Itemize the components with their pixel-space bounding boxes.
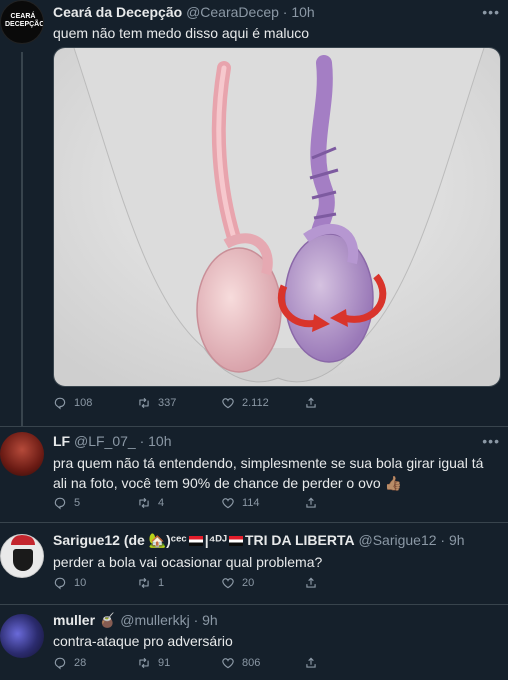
tweet-4[interactable]: muller 🧉 @mullerkkj · 9h contra-ataque p… xyxy=(0,608,508,680)
handle[interactable]: @Sarigue12 xyxy=(358,532,436,548)
retweet-button[interactable]: 4 xyxy=(137,496,164,510)
retweet-button[interactable]: 337 xyxy=(137,396,176,410)
tweet-actions: 28 91 806 xyxy=(53,656,323,674)
retweet-button[interactable]: 1 xyxy=(137,576,164,590)
retweet-count: 4 xyxy=(158,497,165,509)
share-button[interactable] xyxy=(304,396,318,410)
reply-icon xyxy=(53,656,67,670)
more-horizontal-icon[interactable]: ••• xyxy=(482,433,500,449)
divider xyxy=(0,426,508,427)
like-count: 114 xyxy=(242,497,260,509)
display-name[interactable]: Sarigue12 (de 🏡)ᶜᵉᶜ |⁴ᴰᴶ TRI DA LIBERTA xyxy=(53,532,355,548)
tweet-actions: 5 4 114 xyxy=(53,496,323,514)
heart-icon xyxy=(221,656,235,670)
reply-count: 28 xyxy=(74,657,87,669)
display-name[interactable]: Ceará da Decepção xyxy=(53,4,182,20)
retweet-button[interactable]: 91 xyxy=(137,656,170,670)
reply-button[interactable]: 10 xyxy=(53,576,86,590)
name-prefix: Sarigue12 (de xyxy=(53,532,149,548)
tweet-1[interactable]: CEARÁ DECEPÇÃO Ceará da Decepção @CearaD… xyxy=(0,0,508,426)
share-button[interactable] xyxy=(304,576,318,590)
reply-button[interactable]: 28 xyxy=(53,656,86,670)
tweet-header: Sarigue12 (de 🏡)ᶜᵉᶜ |⁴ᴰᴶ TRI DA LIBERTA @S… xyxy=(53,532,465,549)
tweet-2[interactable]: LF @LF_07_ · 10h ••• pra quem não tá ent… xyxy=(0,430,508,522)
more-horizontal-icon[interactable]: ••• xyxy=(482,4,500,20)
retweet-count: 91 xyxy=(158,657,171,669)
like-count: 806 xyxy=(242,657,261,669)
reply-icon xyxy=(53,396,67,410)
handle[interactable]: @LF_07_ xyxy=(74,433,136,449)
share-button[interactable] xyxy=(304,656,318,670)
like-count: 2.112 xyxy=(242,397,269,409)
tweet-text: pra quem não tá entendendo, simplesmente… xyxy=(53,455,484,491)
tweet-text: perder a bola vai ocasionar qual problem… xyxy=(53,554,323,570)
reply-icon xyxy=(53,576,67,590)
tweet-text: quem não tem medo disso aqui é maluco xyxy=(53,25,310,41)
heart-icon xyxy=(221,576,235,590)
like-button[interactable]: 806 xyxy=(221,656,260,670)
divider xyxy=(0,522,508,523)
divider xyxy=(0,604,508,605)
like-button[interactable]: 20 xyxy=(221,576,254,590)
reply-count: 108 xyxy=(74,397,93,409)
house-emoji-icon: 🏡 xyxy=(148,532,167,548)
share-button[interactable] xyxy=(304,496,318,510)
tweet-header: muller 🧉 @mullerkkj · 9h xyxy=(53,612,218,629)
reply-button[interactable]: 108 xyxy=(53,396,92,410)
badge-shield xyxy=(13,549,33,571)
mate-emoji-icon: 🧉 xyxy=(98,612,117,628)
timestamp[interactable]: · 10h xyxy=(283,4,315,20)
tweet-image[interactable] xyxy=(53,47,501,387)
display-name[interactable]: muller 🧉 xyxy=(53,612,116,628)
reply-icon xyxy=(53,496,67,510)
timestamp[interactable]: · 9h xyxy=(194,612,218,628)
flag-icon xyxy=(228,536,243,546)
retweet-icon xyxy=(137,496,151,510)
name-text: muller xyxy=(53,612,96,628)
share-icon xyxy=(304,656,318,670)
avatar[interactable] xyxy=(0,614,44,658)
handle[interactable]: @CearaDecep xyxy=(186,4,279,20)
share-icon xyxy=(304,576,318,590)
like-button[interactable]: 2.112 xyxy=(221,396,269,410)
avatar-logo: CEARÁ DECEPÇÃO xyxy=(5,13,44,28)
tweet-actions: 10 1 20 xyxy=(53,576,323,594)
avatar[interactable] xyxy=(0,534,44,578)
timestamp[interactable]: · 9h xyxy=(440,532,464,548)
tweet-3[interactable]: Sarigue12 (de 🏡)ᶜᵉᶜ |⁴ᴰᴶ TRI DA LIBERTA @S… xyxy=(0,526,508,604)
heart-icon xyxy=(221,496,235,510)
timestamp[interactable]: · 10h xyxy=(140,433,172,449)
display-name[interactable]: LF xyxy=(53,433,70,449)
tweet-text: contra-ataque pro adversário xyxy=(53,633,233,649)
handle[interactable]: @mullerkkj xyxy=(120,612,189,628)
anatomy-illustration xyxy=(54,48,500,386)
like-count: 20 xyxy=(242,577,255,589)
reply-count: 5 xyxy=(74,497,81,509)
retweet-icon xyxy=(137,396,151,410)
santa-hat xyxy=(11,535,35,545)
share-icon xyxy=(304,396,318,410)
retweet-count: 1 xyxy=(158,577,165,589)
retweet-icon xyxy=(137,576,151,590)
avatar[interactable] xyxy=(0,432,44,476)
retweet-count: 337 xyxy=(158,397,177,409)
name-mid: )ᶜᵉᶜ xyxy=(166,532,187,548)
like-button[interactable]: 114 xyxy=(221,496,260,510)
name-sup: |⁴ᴰᴶ xyxy=(204,532,227,548)
tweet-header: Ceará da Decepção @CearaDecep · 10h xyxy=(53,4,315,20)
thread-line xyxy=(21,52,23,426)
heart-icon xyxy=(221,396,235,410)
share-icon xyxy=(304,496,318,510)
tweet-actions: 108 337 2.112 xyxy=(53,396,323,414)
reply-count: 10 xyxy=(74,577,87,589)
tweet-header: LF @LF_07_ · 10h xyxy=(53,433,172,449)
retweet-icon xyxy=(137,656,151,670)
avatar[interactable]: CEARÁ DECEPÇÃO xyxy=(0,0,44,44)
reply-button[interactable]: 5 xyxy=(53,496,80,510)
name-suffix: TRI DA LIBERTA xyxy=(244,532,355,548)
flag-icon xyxy=(188,536,203,546)
